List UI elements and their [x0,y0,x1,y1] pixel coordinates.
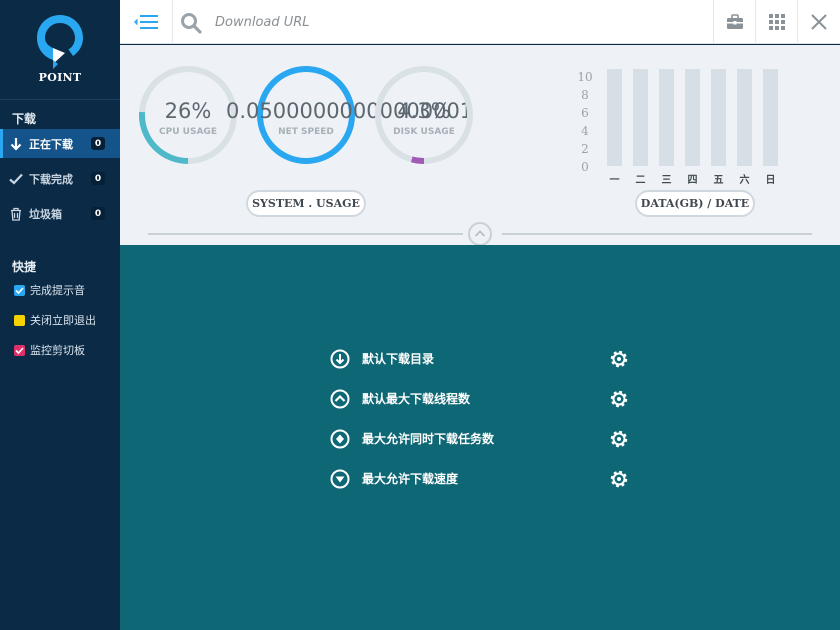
data-date-chart: 10 8 6 4 2 0 一 二 三 四 五 六 日 [575,65,785,190]
chart-bar [633,69,648,166]
chart-bar [659,69,674,166]
y-tick: 8 [581,88,589,102]
chart-bar [763,69,778,166]
data-date-button[interactable]: DATA(GB) / DATE [635,190,755,217]
logo-text: POINT [38,71,82,84]
option-monitor-clipboard[interactable]: 监控剪切板 [14,342,85,358]
menu-collapse-button[interactable] [120,0,173,44]
disk-usage-label: DISK USAGE [393,127,455,137]
cpu-usage-label: CPU USAGE [159,127,217,137]
y-tick: 4 [581,124,589,138]
option-exit-on-close-label: 关闭立即退出 [30,314,96,327]
logo: POINT [0,0,120,100]
nav-trash-label: 垃圾箱 [29,207,62,221]
search-icon [181,13,202,34]
shortcut-section-title: 快捷 [12,260,37,274]
triangle-down-circle-icon [330,469,350,489]
checkmark-icon [9,172,23,186]
x-tick: 日 [765,175,776,186]
option-exit-on-close[interactable]: 关闭立即退出 [14,312,96,328]
y-tick: 2 [581,142,589,156]
gear-icon[interactable] [608,388,630,410]
disk-usage-value: 4.3% [397,99,451,123]
y-tick: 10 [577,70,593,84]
chevron-up-icon [474,230,486,237]
x-tick: 一 [609,175,620,186]
nav-downloading-label: 正在下载 [29,137,73,151]
setting-label-download-dir: 默认下载目录 [362,352,435,366]
disk-gauge: 4.3% DISK USAGE [374,65,474,165]
nav-completed-label: 下载完成 [29,172,73,186]
setting-row-max-speed[interactable]: 最大允许下载速度 [330,467,630,491]
gear-icon[interactable] [608,468,630,490]
stats-panel: 26% CPU USAGE 0.05000000000000001 NET SP… [120,45,840,246]
divider-right [502,233,812,235]
checkbox-finish-sound[interactable] [14,284,25,296]
grid-button[interactable] [755,0,797,44]
y-tick: 6 [581,106,589,120]
checkbox-exit-on-close[interactable] [14,314,25,326]
setting-label-max-speed: 最大允许下载速度 [362,472,459,486]
nav-trash-count: 0 [91,207,105,220]
nav-downloading[interactable]: 正在下载 0 [0,129,120,158]
nav-completed[interactable]: 下载完成 0 [0,164,120,193]
toolbox-button[interactable] [713,0,755,44]
toolbox-icon [727,14,743,29]
arrow-down-icon [9,137,23,151]
top-bar [120,0,840,44]
chart-bar [711,69,726,166]
x-tick: 四 [687,175,698,186]
grid-icon [769,14,785,30]
x-tick: 三 [661,175,672,186]
diamond-circle-icon [330,429,350,449]
divider-left [148,233,463,235]
settings-area: 默认下载目录 默认最大下载线程数 最大允许同时下载任务数 最大允许下载速度 [120,245,840,630]
net-speed-label: NET SPEED [278,127,334,137]
collapse-stats-button[interactable] [468,222,492,246]
sidebar: POINT 下载 正在下载 0 下载完成 0 垃圾箱 0 快捷 完成提示音 关闭… [0,0,120,630]
nav-completed-count: 0 [91,172,105,185]
download-section-title: 下载 [12,112,37,126]
download-url-input[interactable] [215,7,695,37]
setting-label-max-threads: 默认最大下载线程数 [362,392,471,406]
setting-row-max-threads[interactable]: 默认最大下载线程数 [330,387,630,411]
x-tick: 六 [739,175,750,186]
x-tick: 二 [635,175,646,186]
option-finish-sound[interactable]: 完成提示音 [14,282,85,298]
system-usage-button[interactable]: SYSTEM . USAGE [246,190,366,217]
cpu-gauge: 26% CPU USAGE [138,65,238,165]
arrow-down-circle-icon [330,349,350,369]
close-button[interactable] [797,0,839,44]
trash-icon [9,207,23,221]
chevron-up-circle-icon [330,389,350,409]
nav-downloading-count: 0 [91,137,105,150]
gear-icon[interactable] [608,348,630,370]
checkbox-monitor-clipboard[interactable] [14,344,25,356]
chart-bar [685,69,700,166]
net-speed-gauge: 0.05000000000000001 NET SPEED [226,65,473,165]
x-tick: 五 [713,175,724,186]
gear-icon[interactable] [608,428,630,450]
option-monitor-clipboard-label: 监控剪切板 [30,344,85,357]
close-icon [811,14,827,30]
setting-row-download-dir[interactable]: 默认下载目录 [330,347,630,371]
logo-icon [37,15,83,69]
chart-bar [737,69,752,166]
nav-trash[interactable]: 垃圾箱 0 [0,199,120,228]
chart-bar [607,69,622,166]
menu-collapse-icon [134,15,158,29]
y-tick: 0 [581,160,589,174]
option-finish-sound-label: 完成提示音 [30,284,85,297]
setting-label-max-tasks: 最大允许同时下载任务数 [362,432,495,446]
setting-row-max-tasks[interactable]: 最大允许同时下载任务数 [330,427,630,451]
